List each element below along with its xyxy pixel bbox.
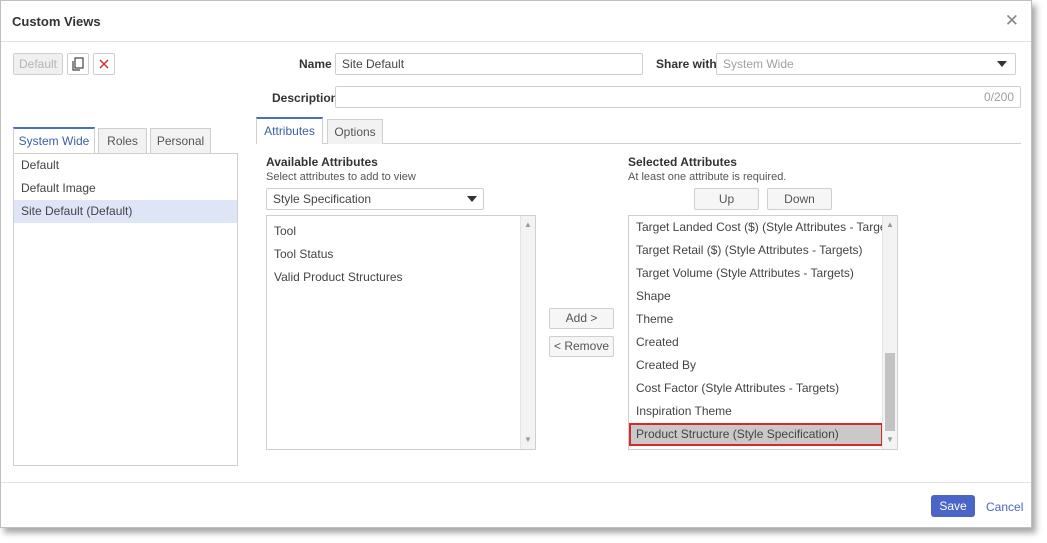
default-button[interactable]: Default — [13, 53, 63, 75]
name-field[interactable]: Site Default — [335, 53, 643, 75]
close-icon[interactable]: ✕ — [1005, 12, 1019, 29]
scroll-up-icon[interactable]: ▲ — [521, 219, 535, 231]
available-attributes-heading: Available Attributes — [266, 155, 378, 169]
delete-icon — [99, 59, 109, 69]
dialog-titlebar: Custom Views ✕ — [1, 1, 1031, 42]
list-item[interactable]: Theme — [629, 308, 883, 331]
scroll-down-icon[interactable]: ▼ — [521, 434, 535, 446]
selected-attributes-subtext: At least one attribute is required. — [628, 171, 787, 183]
tab-roles[interactable]: Roles — [98, 128, 147, 154]
description-label: Description — [272, 91, 339, 105]
list-item[interactable]: Valid Product Structures — [267, 266, 535, 289]
chevron-down-icon — [467, 196, 477, 202]
list-item[interactable]: Inspiration Theme — [629, 400, 883, 423]
list-item[interactable]: Site Default (Default) — [14, 200, 237, 223]
scroll-thumb[interactable] — [885, 353, 895, 431]
list-item[interactable]: Shape — [629, 285, 883, 308]
available-attributes-subtext: Select attributes to add to view — [266, 171, 416, 183]
scroll-down-icon[interactable]: ▼ — [883, 434, 897, 446]
tab-personal[interactable]: Personal — [150, 128, 211, 154]
list-item[interactable]: Target Volume (Style Attributes - Target… — [629, 262, 883, 285]
description-counter: 0/200 — [983, 90, 1014, 104]
attribute-filter-value: Style Specification — [273, 192, 372, 206]
list-item[interactable]: Created By — [629, 354, 883, 377]
name-label: Name — [299, 57, 332, 71]
chevron-down-icon — [997, 61, 1007, 67]
list-item[interactable]: Tool — [267, 220, 535, 243]
share-with-value: System Wide — [723, 57, 794, 71]
add-button[interactable]: Add > — [549, 308, 614, 329]
remove-button[interactable]: < Remove — [549, 336, 614, 357]
cancel-link[interactable]: Cancel — [986, 500, 1023, 514]
views-list: Default Default Image Site Default (Defa… — [13, 153, 238, 466]
list-item[interactable]: Default — [14, 154, 237, 177]
copy-button[interactable] — [67, 53, 89, 75]
dialog-title: Custom Views — [12, 14, 101, 29]
selected-scrollbar[interactable]: ▲ ▼ — [882, 216, 897, 449]
share-with-label: Share with — [656, 57, 717, 71]
scroll-up-icon[interactable]: ▲ — [883, 219, 897, 231]
tab-system-wide[interactable]: System Wide — [13, 127, 95, 154]
custom-views-dialog: Custom Views ✕ Default System Wide Roles… — [0, 0, 1032, 528]
description-field[interactable]: 0/200 — [335, 86, 1021, 108]
footer-divider — [1, 482, 1031, 483]
list-item-highlighted[interactable]: Product Structure (Style Specification) — [629, 423, 883, 446]
move-down-button[interactable]: Down — [767, 188, 832, 210]
save-button[interactable]: Save — [931, 495, 975, 517]
list-item[interactable]: Target Retail ($) (Style Attributes - Ta… — [629, 239, 883, 262]
tab-attributes[interactable]: Attributes — [256, 117, 323, 144]
name-value: Site Default — [342, 57, 405, 71]
share-with-select[interactable]: System Wide — [716, 53, 1016, 75]
delete-button[interactable] — [93, 53, 115, 75]
available-attributes-list[interactable]: Tool Tool Status Valid Product Structure… — [266, 215, 536, 450]
move-up-button[interactable]: Up — [694, 188, 759, 210]
tab-options[interactable]: Options — [327, 119, 383, 144]
available-scrollbar[interactable]: ▲ ▼ — [520, 216, 535, 449]
attribute-filter-select[interactable]: Style Specification — [266, 188, 484, 210]
list-item[interactable]: Tool Status — [267, 243, 535, 266]
list-item[interactable]: Cost Factor (Style Attributes - Targets) — [629, 377, 883, 400]
list-item[interactable]: Created — [629, 331, 883, 354]
selected-attributes-list[interactable]: Target Landed Cost ($) (Style Attributes… — [628, 215, 898, 450]
list-item[interactable]: Target Landed Cost ($) (Style Attributes… — [629, 216, 897, 239]
selected-attributes-heading: Selected Attributes — [628, 155, 737, 169]
copy-icon — [72, 57, 84, 71]
list-item[interactable]: Default Image — [14, 177, 237, 200]
